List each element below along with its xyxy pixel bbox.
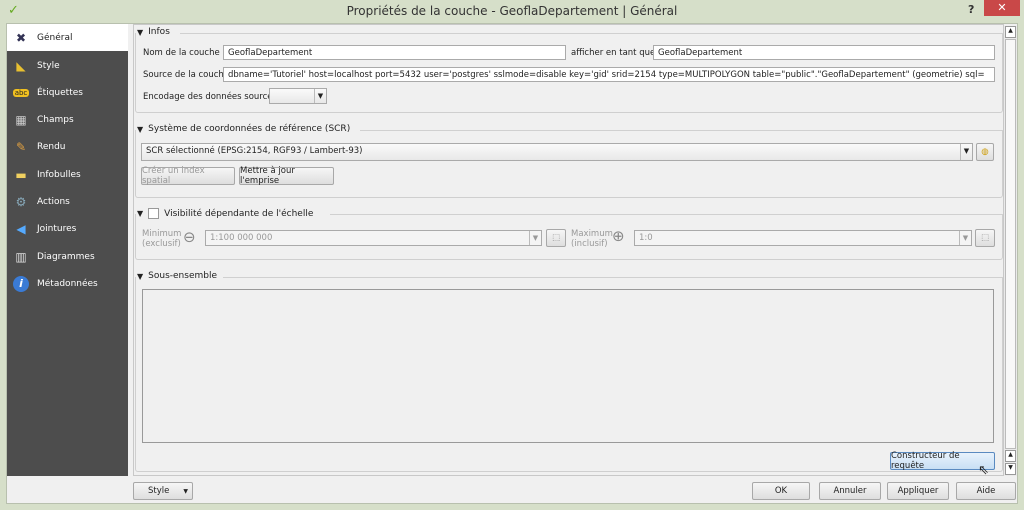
group-title: Visibilité dépendante de l'échelle [164,208,314,219]
scroll-up-icon[interactable]: ▲ [1005,450,1016,462]
apply-button[interactable]: Appliquer [887,482,949,500]
crs-value: SCR sélectionné (EPSG:2154, RGF93 / Lamb… [146,146,363,156]
chevron-down-icon: ▼ [183,487,188,495]
chevron-down-icon: ▼ [959,231,971,245]
maximum-scale-select[interactable]: 1:0 ▼ [634,230,972,246]
window-title: Propriétés de la couche - GeoflaDepartem… [346,4,678,18]
vertical-scrollbar[interactable]: ▲ ▲ ▼ [1004,26,1017,476]
abc-badge: abc [12,88,30,97]
update-extent-button[interactable]: Mettre à jour l'emprise [239,166,334,186]
group-title: Infos [148,27,170,37]
set-maximum-scale-button[interactable]: ⬚ [975,229,995,247]
sidebar-item-label: Champs [37,114,74,125]
maximum-label: Maximum (inclusif) [571,229,613,249]
style-menu-button[interactable]: Style ▼ [133,482,193,500]
sidebar-item-label: Diagrammes [37,251,95,262]
sidebar-item-labels[interactable]: abc Étiquettes [7,79,128,106]
join-icon: ◀ [16,221,26,236]
minimum-scale-select[interactable]: 1:100 000 000 ▼ [205,230,542,246]
crs-header[interactable]: ▼ Système de coordonnées de référence (SC… [137,124,357,134]
sidebar-item-label: Infobulles [37,169,81,180]
style-brush-icon: ◣ [16,58,26,73]
maximum-scale-value: 1:0 [639,233,653,243]
minimum-label-line1: Minimum [142,229,182,239]
sidebar-item-label: Actions [37,196,70,207]
crs-select[interactable]: SCR sélectionné (EPSG:2154, RGF93 / Lamb… [141,143,973,161]
display-as-label: afficher en tant que [571,48,656,58]
collapse-triangle-icon[interactable]: ▼ [137,28,143,37]
map-cursor-icon: ⬚ [980,233,990,243]
sidebar-item-label: Rendu [37,141,66,152]
sidebar-item-rendering[interactable]: ✎ Rendu [7,133,128,160]
layer-source-label: Source de la couche [143,70,230,80]
gear-icon: ⚙ [15,194,27,209]
layer-name-input[interactable]: GeoflaDepartement [223,45,566,60]
chevron-down-icon: ▼ [529,231,541,245]
mouse-cursor-icon: ⇖ [978,463,989,478]
collapse-triangle-icon[interactable]: ▼ [137,125,143,134]
cancel-button[interactable]: Annuler [819,482,881,500]
collapse-triangle-icon[interactable]: ▼ [137,272,143,281]
chart-icon: ▥ [15,249,27,264]
sidebar-item-label: Métadonnées [37,278,98,289]
maximum-label-line2: (inclusif) [571,239,608,249]
globe-icon: ◍ [981,147,989,157]
sidebar-item-diagrams[interactable]: ▥ Diagrammes [7,243,128,270]
chevron-down-icon: ▼ [960,144,972,160]
ok-button[interactable]: OK [752,482,810,500]
layer-source-input[interactable]: dbname='Tutoriel' host=localhost port=54… [223,67,995,82]
sidebar-item-label: Général [37,32,73,43]
close-button[interactable]: ✕ [984,0,1020,16]
crs-picker-button[interactable]: ◍ [976,143,994,161]
abc-label-icon: abc [11,84,31,102]
zoom-out-icon: ⊖ [183,228,196,246]
sidebar-item-tooltips[interactable]: ▬ Infobulles [7,161,128,188]
zoom-in-icon: ⊕ [612,227,625,245]
subset-text-area[interactable] [142,289,994,443]
create-spatial-index-button[interactable]: Créer un index spatial [141,166,235,186]
minimum-label: Minimum (exclusif) [142,229,181,249]
info-icon: i [11,275,31,293]
sidebar: ✖ Général ◣ Style abc Étiquettes ▦ Champs ✎ R… [7,24,128,476]
infos-header[interactable]: ▼ Infos [137,27,176,37]
encoding-label: Encodage des données sources [143,92,277,102]
style-label: Style [148,486,170,496]
sidebar-item-label: Étiquettes [37,87,83,98]
chevron-down-icon: ▼ [314,89,326,103]
group-title: Sous-ensemble [148,271,218,281]
sidebar-item-label: Jointures [37,223,77,234]
display-as-input[interactable]: GeoflaDepartement [653,45,995,60]
group-title: Système de coordonnées de référence (SCR… [148,124,351,134]
minimum-label-line2: (exclusif) [142,239,181,249]
maximum-label-line1: Maximum [571,229,613,239]
scroll-up-icon[interactable]: ▲ [1005,26,1016,38]
info-badge: i [13,275,29,292]
collapse-triangle-icon[interactable]: ▼ [137,209,143,218]
sidebar-item-fields[interactable]: ▦ Champs [7,106,128,133]
minimum-scale-value: 1:100 000 000 [210,233,273,243]
layer-name-label: Nom de la couche [143,48,220,58]
subset-header[interactable]: ▼ Sous-ensemble [137,271,224,281]
sidebar-item-joins[interactable]: ◀ Jointures [7,215,128,242]
title-bar: ✓ Propriétés de la couche - GeoflaDepart… [0,0,1024,22]
sidebar-item-style[interactable]: ◣ Style [7,52,128,79]
sidebar-item-metadata[interactable]: i Métadonnées [7,270,128,297]
speech-bubble-icon: ▬ [15,167,27,182]
table-icon: ▦ [15,112,27,127]
set-minimum-scale-button[interactable]: ⬚ [546,229,566,247]
crs-group [135,130,1003,198]
scale-visibility-header[interactable]: ▼ Visibilité dépendante de l'échelle [137,208,320,219]
sidebar-item-general[interactable]: ✖ Général [7,24,128,51]
sidebar-item-label: Style [37,60,60,71]
scroll-down-icon[interactable]: ▼ [1005,463,1016,475]
help-button[interactable]: ? [968,3,974,16]
scrollbar-thumb[interactable] [1005,39,1016,449]
sidebar-item-actions[interactable]: ⚙ Actions [7,188,128,215]
scale-visibility-checkbox[interactable] [148,208,160,219]
encoding-select[interactable]: ▼ [269,88,327,104]
wrench-hammer-icon: ✖ [15,30,27,45]
paint-brush-icon: ✎ [15,139,27,154]
help-dialog-button[interactable]: Aide [956,482,1016,500]
map-cursor-icon: ⬚ [551,233,561,243]
